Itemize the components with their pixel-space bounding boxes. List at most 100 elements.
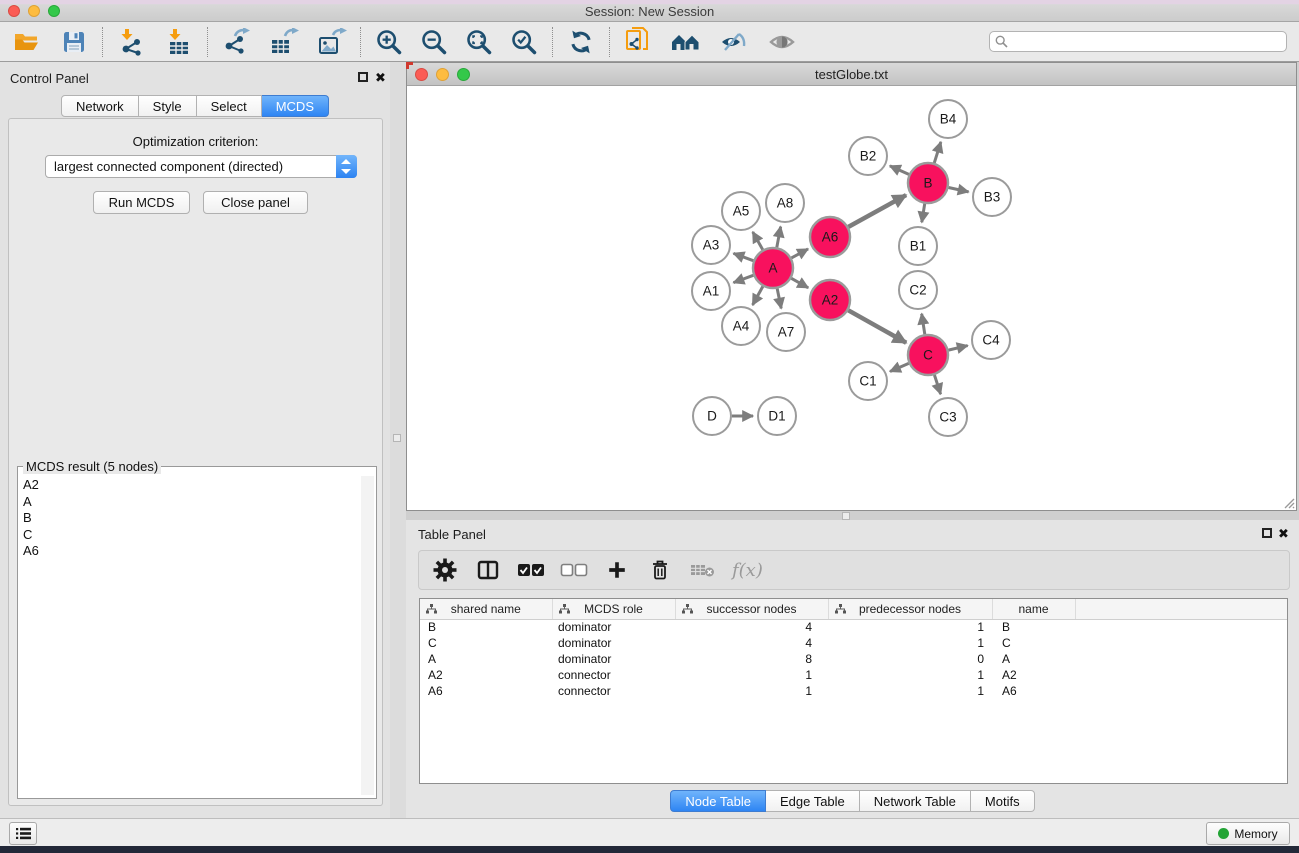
tab-node-table[interactable]: Node Table bbox=[670, 790, 766, 812]
mcds-result-item[interactable]: A bbox=[23, 494, 39, 511]
resize-grip-icon[interactable] bbox=[1281, 495, 1295, 509]
network-node-d1[interactable]: D1 bbox=[758, 397, 796, 435]
import-network-button[interactable] bbox=[115, 26, 147, 58]
column-header-mcds-role[interactable]: MCDS role bbox=[552, 599, 675, 619]
network-edge[interactable] bbox=[734, 253, 754, 260]
network-node-b2[interactable]: B2 bbox=[849, 137, 887, 175]
network-node-a8[interactable]: A8 bbox=[766, 184, 804, 222]
tab-network[interactable]: Network bbox=[61, 95, 139, 117]
close-table-panel-icon[interactable]: ✖ bbox=[1278, 526, 1289, 542]
tab-network-table[interactable]: Network Table bbox=[860, 790, 971, 812]
tab-edge-table[interactable]: Edge Table bbox=[766, 790, 860, 812]
network-edge[interactable] bbox=[948, 346, 967, 351]
function-builder-button[interactable]: f(x) bbox=[732, 560, 763, 581]
network-node-d[interactable]: D bbox=[693, 397, 731, 435]
table-row[interactable]: Bdominator41B bbox=[420, 619, 1288, 635]
network-node-a[interactable]: A bbox=[753, 248, 793, 288]
network-edge[interactable] bbox=[848, 310, 906, 342]
network-node-b1[interactable]: B1 bbox=[899, 227, 937, 265]
network-edge[interactable] bbox=[777, 289, 781, 309]
delete-table-button[interactable] bbox=[689, 556, 717, 584]
tab-style[interactable]: Style bbox=[139, 95, 197, 117]
deselect-all-button[interactable] bbox=[560, 556, 588, 584]
search-input[interactable] bbox=[989, 31, 1287, 52]
network-overview-button[interactable] bbox=[670, 26, 702, 58]
export-network-button[interactable] bbox=[220, 26, 252, 58]
network-node-c3[interactable]: C3 bbox=[929, 398, 967, 436]
zoom-selected-button[interactable] bbox=[508, 26, 540, 58]
network-graph[interactable]: B4B2BB3A5A8A6A3B1AA1C2A2A4A7C4CC1C3DD1 bbox=[407, 86, 1296, 510]
save-session-button[interactable] bbox=[58, 26, 90, 58]
show-hide-graphics-details-button[interactable] bbox=[766, 26, 798, 58]
zoom-in-button[interactable] bbox=[373, 26, 405, 58]
import-table-button[interactable] bbox=[163, 26, 195, 58]
criterion-dropdown[interactable]: largest connected component (directed) bbox=[45, 155, 357, 178]
settings-gear-button[interactable] bbox=[431, 556, 459, 584]
panel-splitter[interactable] bbox=[390, 62, 406, 818]
network-edge[interactable] bbox=[777, 227, 781, 248]
network-edge[interactable] bbox=[734, 275, 754, 282]
network-edge[interactable] bbox=[791, 249, 808, 258]
network-edge[interactable] bbox=[922, 314, 925, 335]
network-edge[interactable] bbox=[753, 232, 763, 250]
network-edge[interactable] bbox=[753, 286, 763, 305]
network-edge[interactable] bbox=[949, 187, 969, 191]
delete-column-button[interactable] bbox=[646, 556, 674, 584]
select-all-button[interactable] bbox=[517, 556, 545, 584]
tab-mcds[interactable]: MCDS bbox=[262, 95, 329, 117]
mcds-result-item[interactable]: C bbox=[23, 527, 39, 544]
mcds-list-scrollbar[interactable] bbox=[361, 476, 374, 795]
float-table-panel-icon[interactable] bbox=[1262, 528, 1272, 538]
close-panel-button[interactable]: Close panel bbox=[203, 191, 308, 214]
column-header-successor-nodes[interactable]: successor nodes bbox=[675, 599, 828, 619]
tab-select[interactable]: Select bbox=[197, 95, 262, 117]
node-table-grid[interactable]: shared nameMCDS rolesuccessor nodesprede… bbox=[420, 599, 1288, 699]
network-node-c2[interactable]: C2 bbox=[899, 271, 937, 309]
zoom-fit-button[interactable] bbox=[463, 26, 495, 58]
export-table-button[interactable] bbox=[268, 26, 300, 58]
new-network-from-selection-button[interactable] bbox=[622, 26, 654, 58]
mcds-result-item[interactable]: A6 bbox=[23, 543, 39, 560]
network-node-c[interactable]: C bbox=[908, 335, 948, 375]
network-node-a1[interactable]: A1 bbox=[692, 272, 730, 310]
network-node-a3[interactable]: A3 bbox=[692, 226, 730, 264]
run-mcds-button[interactable]: Run MCDS bbox=[93, 191, 190, 214]
network-edge[interactable] bbox=[848, 195, 906, 227]
network-node-b4[interactable]: B4 bbox=[929, 100, 967, 138]
table-row[interactable]: A2connector11A2 bbox=[420, 667, 1288, 683]
mcds-result-item[interactable]: B bbox=[23, 510, 39, 527]
network-node-a2[interactable]: A2 bbox=[810, 280, 850, 320]
table-row[interactable]: Adominator80A bbox=[420, 651, 1288, 667]
tab-motifs[interactable]: Motifs bbox=[971, 790, 1035, 812]
table-row[interactable]: A6connector11A6 bbox=[420, 683, 1288, 699]
refresh-button[interactable] bbox=[565, 26, 597, 58]
add-column-button[interactable] bbox=[603, 556, 631, 584]
close-panel-icon[interactable]: ✖ bbox=[375, 70, 386, 86]
float-panel-icon[interactable] bbox=[358, 72, 368, 82]
network-node-a7[interactable]: A7 bbox=[767, 313, 805, 351]
show-hide-annotations-button[interactable] bbox=[718, 26, 750, 58]
network-node-a6[interactable]: A6 bbox=[810, 217, 850, 257]
network-node-c1[interactable]: C1 bbox=[849, 362, 887, 400]
splitter-grip[interactable] bbox=[393, 434, 401, 442]
network-edge[interactable] bbox=[890, 166, 909, 175]
open-file-button[interactable] bbox=[10, 26, 42, 58]
column-header-name[interactable]: name bbox=[992, 599, 1075, 619]
horizontal-splitter-grip[interactable] bbox=[842, 512, 850, 520]
network-edge[interactable] bbox=[934, 142, 941, 163]
task-history-button[interactable] bbox=[9, 822, 37, 845]
table-row[interactable]: Cdominator41C bbox=[420, 635, 1288, 651]
network-node-a5[interactable]: A5 bbox=[722, 192, 760, 230]
network-edge[interactable] bbox=[791, 278, 808, 287]
mcds-result-item[interactable]: A2 bbox=[23, 477, 39, 494]
network-node-b[interactable]: B bbox=[908, 163, 948, 203]
column-header-shared-name[interactable]: shared name bbox=[420, 599, 552, 619]
show-columns-button[interactable] bbox=[474, 556, 502, 584]
zoom-out-button[interactable] bbox=[418, 26, 450, 58]
column-header-predecessor-nodes[interactable]: predecessor nodes bbox=[828, 599, 992, 619]
network-node-c4[interactable]: C4 bbox=[972, 321, 1010, 359]
network-edge[interactable] bbox=[934, 375, 940, 394]
network-edge[interactable] bbox=[890, 363, 909, 371]
network-canvas[interactable]: B4B2BB3A5A8A6A3B1AA1C2A2A4A7C4CC1C3DD1 bbox=[407, 86, 1296, 510]
network-edge[interactable] bbox=[922, 204, 925, 223]
